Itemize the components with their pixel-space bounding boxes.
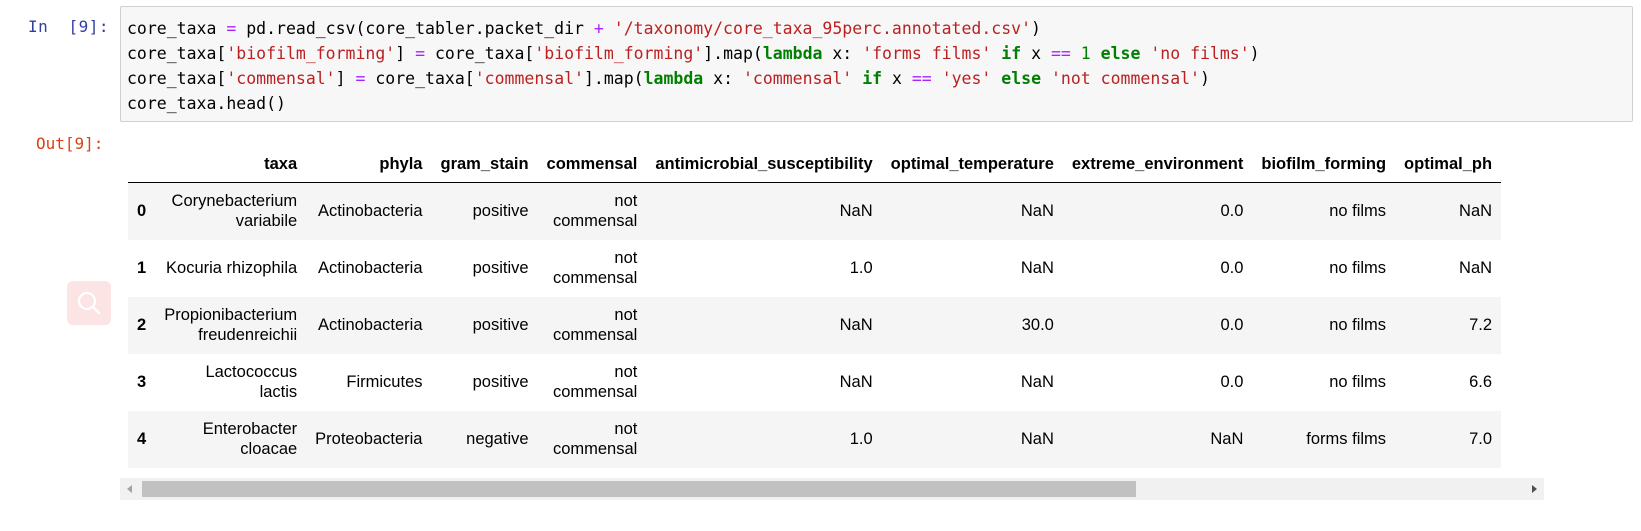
cell-gram-stain: positive: [472, 315, 529, 334]
cell-antimicrobial-susceptibility: NaN: [839, 201, 873, 220]
chevron-left-icon: [127, 485, 132, 493]
column-header-optimal-temperature: optimal_temperature: [881, 146, 1063, 183]
cell-phyla: Firmicutes: [346, 372, 423, 391]
cell-biofilm-forming: forms films: [1306, 429, 1387, 448]
column-header-commensal: commensal: [537, 146, 647, 183]
row-index: 3: [137, 372, 147, 391]
cell-commensal: not commensal: [552, 249, 638, 287]
cell-gram-stain: positive: [472, 201, 529, 220]
table-row: 2 Propionibacterium freudenreichii Actino…: [128, 296, 1502, 354]
cell-taxa: Enterobacter cloacae: [202, 420, 298, 458]
cell-antimicrobial-susceptibility: NaN: [839, 372, 873, 391]
cell-gram-stain: positive: [472, 372, 529, 391]
cell-biofilm-forming: no films: [1329, 258, 1387, 277]
cell-optimal-ph: 7.0: [1469, 429, 1493, 448]
cell-gram-stain: positive: [472, 258, 529, 277]
code-line-3: core_taxa['commensal'] = core_taxa['comm…: [127, 69, 1210, 88]
scrollbar-thumb[interactable]: [142, 481, 1136, 497]
cell-antimicrobial-susceptibility: 1.0: [849, 429, 873, 448]
table-row: 4 Enterobacter cloacae Proteobacteria neg…: [128, 410, 1502, 468]
cell-optimal-temperature: 30.0: [1021, 315, 1054, 334]
scroll-right-button[interactable]: [1524, 478, 1544, 500]
row-index: 2: [137, 315, 147, 334]
cell-optimal-temperature: NaN: [1020, 201, 1054, 220]
table-row: 3 Lactococcus lactis Firmicutes positive …: [128, 354, 1501, 411]
cell-commensal: not commensal: [552, 192, 638, 231]
table-header-row: taxa phyla gram_stain commensal antimicr…: [128, 146, 1502, 183]
cell-taxa: Corynebacterium variabile: [171, 192, 298, 231]
code-line-2: core_taxa['biofilm_forming'] = core_taxa…: [127, 44, 1260, 63]
cell-commensal: not commensal: [552, 420, 638, 458]
input-prompt: In [9]:: [28, 17, 110, 36]
cell-optimal-ph: NaN: [1459, 201, 1493, 220]
cell-antimicrobial-susceptibility: NaN: [839, 315, 873, 334]
code-line-4: core_taxa.head(): [127, 94, 286, 113]
column-header-biofilm-forming: biofilm_forming: [1252, 146, 1396, 183]
code-line-1: core_taxa = pd.read_csv(core_tabler.pack…: [127, 19, 1041, 38]
table-row: 1 Kocuria rhizophila Actinobacteria posi…: [128, 240, 1501, 297]
column-header-taxa: taxa: [155, 146, 307, 183]
cell-extreme-environment: 0.0: [1220, 372, 1244, 391]
row-index: 4: [137, 429, 147, 448]
dataframe-output: taxa phyla gram_stain commensal antimicr…: [128, 146, 1618, 468]
cell-optimal-ph: NaN: [1459, 258, 1493, 277]
output-prompt: Out[9]:: [36, 134, 104, 153]
row-index: 1: [137, 258, 147, 277]
cell-biofilm-forming: no films: [1329, 201, 1387, 220]
cell-taxa: Lactococcus lactis: [205, 363, 298, 401]
table-row: 0 Corynebacterium variabile Actinobacteri…: [128, 182, 1502, 240]
cell-commensal: not commensal: [552, 306, 638, 344]
cell-commensal: not commensal: [552, 363, 638, 401]
cell-taxa: Propionibacterium freudenreichii: [164, 306, 298, 344]
cell-optimal-temperature: NaN: [1020, 429, 1054, 448]
cell-optimal-ph: 7.2: [1469, 315, 1493, 334]
horizontal-scrollbar[interactable]: [120, 478, 1544, 500]
column-header-index: [128, 146, 156, 183]
cell-extreme-environment: 0.0: [1220, 315, 1244, 334]
cell-optimal-temperature: NaN: [1020, 258, 1054, 277]
cell-phyla: Proteobacteria: [315, 429, 423, 448]
cell-biofilm-forming: no films: [1329, 315, 1387, 334]
cell-taxa: Kocuria rhizophila: [166, 259, 298, 277]
cell-phyla: Actinobacteria: [317, 258, 423, 277]
column-header-optimal-ph: optimal_ph: [1395, 146, 1502, 183]
chevron-right-icon: [1532, 485, 1537, 493]
cell-extreme-environment: 0.0: [1220, 258, 1244, 277]
column-header-extreme-environment: extreme_environment: [1062, 146, 1253, 183]
cell-biofilm-forming: no films: [1329, 372, 1387, 391]
row-index: 0: [137, 201, 147, 220]
scroll-left-button[interactable]: [120, 478, 140, 500]
cell-extreme-environment: NaN: [1210, 429, 1244, 448]
floating-search-button[interactable]: [67, 281, 111, 325]
cell-extreme-environment: 0.0: [1220, 201, 1244, 220]
column-header-gram-stain: gram_stain: [431, 146, 538, 183]
column-header-antimicrobial-susceptibility: antimicrobial_susceptibility: [646, 146, 882, 183]
cell-optimal-temperature: NaN: [1020, 372, 1054, 391]
column-header-phyla: phyla: [306, 146, 432, 183]
cell-phyla: Actinobacteria: [317, 315, 423, 334]
cell-gram-stain: negative: [466, 429, 529, 448]
search-icon: [77, 291, 101, 315]
cell-antimicrobial-susceptibility: 1.0: [849, 258, 873, 277]
cell-phyla: Actinobacteria: [317, 201, 423, 220]
dataframe-table: taxa phyla gram_stain commensal antimicr…: [128, 146, 1502, 468]
cell-optimal-ph: 6.6: [1469, 372, 1493, 391]
code-input-area[interactable]: core_taxa = pd.read_csv(core_tabler.pack…: [120, 6, 1633, 122]
